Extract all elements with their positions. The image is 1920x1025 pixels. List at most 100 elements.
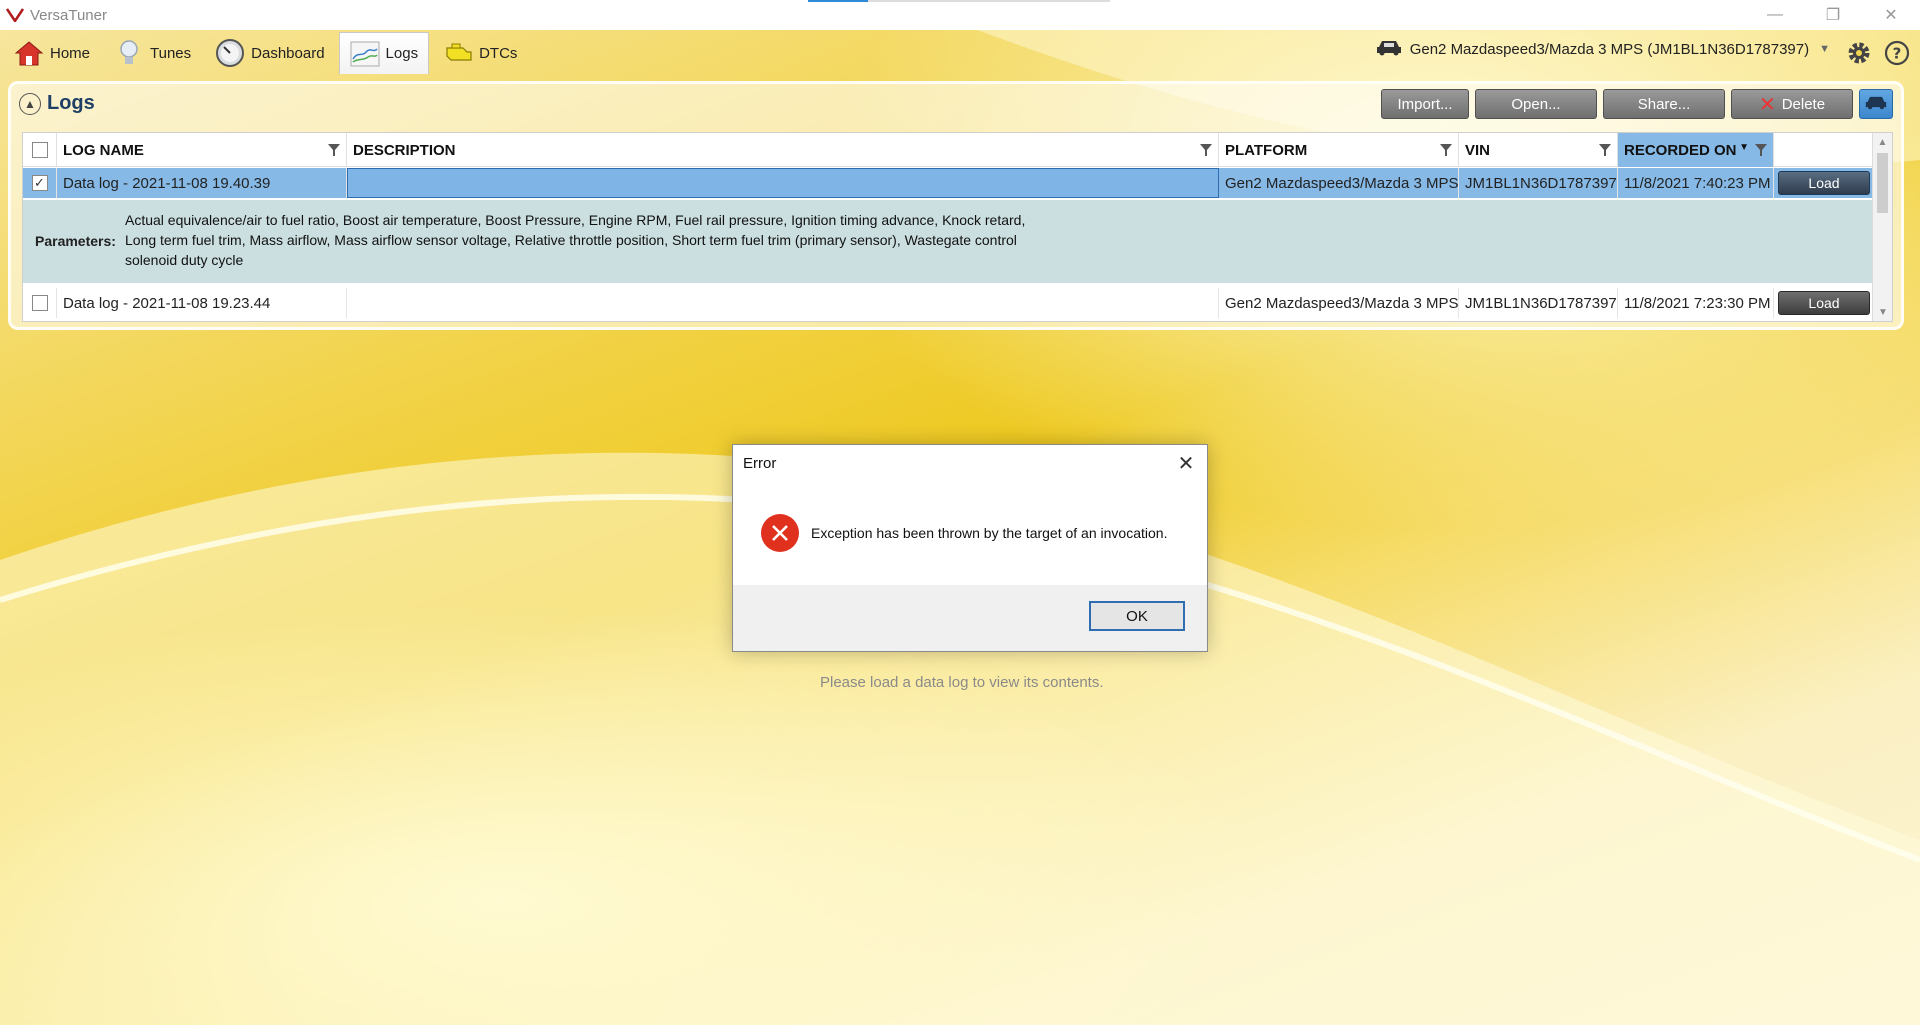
column-description[interactable]: DESCRIPTION bbox=[347, 133, 1219, 167]
grid-scrollbar[interactable]: ▲ ▼ bbox=[1872, 133, 1892, 321]
home-icon bbox=[14, 38, 44, 68]
vin-cell: JM1BL1N36D1787397 bbox=[1459, 168, 1618, 198]
collapse-up-icon[interactable]: ▲ bbox=[19, 92, 41, 115]
load-cell: Load bbox=[1774, 288, 1873, 318]
row-checkbox-cell: ✓ bbox=[23, 168, 57, 198]
platform-cell: Gen2 Mazdaspeed3/Mazda 3 MPS bbox=[1219, 168, 1459, 198]
car-icon bbox=[1376, 38, 1402, 60]
tab-dashboard[interactable]: Dashboard bbox=[205, 32, 334, 74]
dialog-title: Error bbox=[743, 455, 777, 472]
filter-icon[interactable] bbox=[1755, 143, 1767, 160]
tab-logs[interactable]: Logs bbox=[338, 32, 430, 74]
logs-panel-header: ▲ Logs bbox=[19, 92, 95, 115]
delete-button[interactable]: ✕ Delete bbox=[1731, 89, 1853, 119]
gauge-icon bbox=[215, 38, 245, 68]
minimize-button[interactable]: — bbox=[1746, 0, 1804, 30]
parameters-text: Actual equivalence/air to fuel ratio, Bo… bbox=[125, 212, 1026, 268]
vehicle-selector[interactable]: Gen2 Mazdaspeed3/Mazda 3 MPS (JM1BL1N36D… bbox=[1376, 38, 1830, 60]
load-button[interactable]: Load bbox=[1778, 171, 1870, 195]
dialog-body: Exception has been thrown by the target … bbox=[733, 481, 1207, 585]
tab-tunes[interactable]: Tunes bbox=[104, 32, 201, 74]
row-details-parameters: Parameters: Actual equivalence/air to fu… bbox=[23, 200, 1873, 283]
select-all-checkbox[interactable] bbox=[31, 142, 48, 158]
tab-logs-label: Logs bbox=[385, 45, 419, 62]
chart-icon bbox=[350, 39, 380, 69]
log-name-cell: Data log - 2021-11-08 19.40.39 bbox=[57, 168, 347, 198]
dialog-message: Exception has been thrown by the target … bbox=[811, 525, 1168, 541]
row-checkbox[interactable]: ✓ bbox=[31, 175, 48, 191]
error-dialog: Error ✕ Exception has been thrown by the… bbox=[732, 444, 1208, 652]
column-platform-label: PLATFORM bbox=[1225, 141, 1308, 159]
error-icon bbox=[761, 514, 799, 552]
dialog-footer: OK bbox=[733, 585, 1207, 651]
description-cell[interactable] bbox=[347, 288, 1219, 318]
chevron-down-icon: ▼ bbox=[1819, 43, 1830, 55]
sort-descending-icon: ▼ bbox=[1739, 142, 1749, 153]
main-nav: Home Tunes Dashboard Logs DTCs Gen2 Mazd… bbox=[0, 30, 1920, 76]
scroll-down-icon[interactable]: ▼ bbox=[1873, 303, 1892, 321]
select-all-cell bbox=[23, 133, 57, 167]
empty-state-message: Please load a data log to view its conte… bbox=[820, 674, 1104, 691]
open-button[interactable]: Open... bbox=[1475, 89, 1597, 119]
logs-grid: LOG NAME DESCRIPTION PLATFORM VIN RECORD… bbox=[22, 132, 1893, 322]
column-recorded-on-label: RECORDED ON bbox=[1624, 141, 1737, 159]
title-bar: VersaTuner — ❐ ✕ bbox=[0, 0, 1920, 30]
scroll-thumb[interactable] bbox=[1877, 153, 1888, 213]
column-platform[interactable]: PLATFORM bbox=[1219, 133, 1459, 167]
parameters-label: Parameters: bbox=[35, 233, 116, 249]
filter-icon[interactable] bbox=[328, 143, 340, 160]
help-icon[interactable]: ? bbox=[1882, 38, 1912, 68]
share-button[interactable]: Share... bbox=[1603, 89, 1725, 119]
platform-cell: Gen2 Mazdaspeed3/Mazda 3 MPS bbox=[1219, 288, 1459, 318]
svg-text:?: ? bbox=[1893, 45, 1902, 63]
restore-button[interactable]: ❐ bbox=[1804, 0, 1862, 30]
load-cell: Load bbox=[1774, 168, 1873, 198]
description-cell[interactable] bbox=[347, 168, 1219, 198]
panel-title: Logs bbox=[47, 92, 95, 114]
recorded-on-cell: 11/8/2021 7:40:23 PM bbox=[1618, 168, 1774, 198]
scroll-up-icon[interactable]: ▲ bbox=[1873, 133, 1892, 151]
window-controls: — ❐ ✕ bbox=[1746, 0, 1920, 30]
filter-icon[interactable] bbox=[1599, 143, 1611, 160]
import-button[interactable]: Import... bbox=[1381, 89, 1469, 119]
table-row[interactable]: ✓ Data log - 2021-11-08 19.40.39 Gen2 Ma… bbox=[23, 168, 1873, 198]
table-row[interactable]: Data log - 2021-11-08 19.23.44 Gen2 Mazd… bbox=[23, 288, 1873, 318]
row-checkbox-cell bbox=[23, 288, 57, 318]
car-icon bbox=[1865, 94, 1887, 114]
logs-panel: ▲ Logs Import... Open... Share... ✕ Dele… bbox=[8, 81, 1904, 330]
tab-dtcs[interactable]: DTCs bbox=[433, 32, 527, 74]
grid-header: LOG NAME DESCRIPTION PLATFORM VIN RECORD… bbox=[23, 133, 1873, 167]
delete-button-label: Delete bbox=[1781, 95, 1826, 113]
tab-home[interactable]: Home bbox=[4, 32, 100, 74]
row-checkbox[interactable] bbox=[31, 295, 48, 311]
title-progress-strip bbox=[808, 0, 1110, 2]
column-actions bbox=[1774, 133, 1873, 167]
column-log-name-label: LOG NAME bbox=[63, 141, 144, 159]
gear-icon[interactable] bbox=[1844, 38, 1874, 68]
delete-x-icon: ✕ bbox=[1758, 93, 1776, 116]
filter-icon[interactable] bbox=[1440, 143, 1452, 160]
engine-icon bbox=[443, 38, 473, 68]
column-log-name[interactable]: LOG NAME bbox=[57, 133, 347, 167]
tab-tunes-label: Tunes bbox=[150, 44, 192, 62]
lightbulb-icon bbox=[114, 38, 144, 68]
tab-home-label: Home bbox=[50, 44, 91, 62]
ok-button[interactable]: OK bbox=[1089, 601, 1185, 631]
logs-toolbar: Import... Open... Share... ✕ Delete bbox=[1375, 89, 1893, 119]
vehicle-selector-label: Gen2 Mazdaspeed3/Mazda 3 MPS (JM1BL1N36D… bbox=[1409, 40, 1810, 58]
load-button[interactable]: Load bbox=[1778, 291, 1870, 315]
tab-dtcs-label: DTCs bbox=[479, 44, 518, 62]
vin-cell: JM1BL1N36D1787397 bbox=[1459, 288, 1618, 318]
column-vin[interactable]: VIN bbox=[1459, 133, 1618, 167]
column-recorded-on[interactable]: RECORDED ON ▼ bbox=[1618, 133, 1774, 167]
tab-dashboard-label: Dashboard bbox=[251, 44, 325, 62]
recorded-on-cell: 11/8/2021 7:23:30 PM bbox=[1618, 288, 1774, 318]
column-description-label: DESCRIPTION bbox=[353, 141, 456, 159]
close-icon[interactable]: ✕ bbox=[1173, 451, 1199, 475]
vehicle-filter-button[interactable] bbox=[1859, 89, 1893, 119]
versatuner-logo-icon bbox=[4, 4, 26, 26]
app-title: VersaTuner bbox=[30, 6, 107, 24]
column-vin-label: VIN bbox=[1465, 141, 1491, 159]
filter-icon[interactable] bbox=[1200, 143, 1212, 160]
close-window-button[interactable]: ✕ bbox=[1862, 0, 1920, 30]
